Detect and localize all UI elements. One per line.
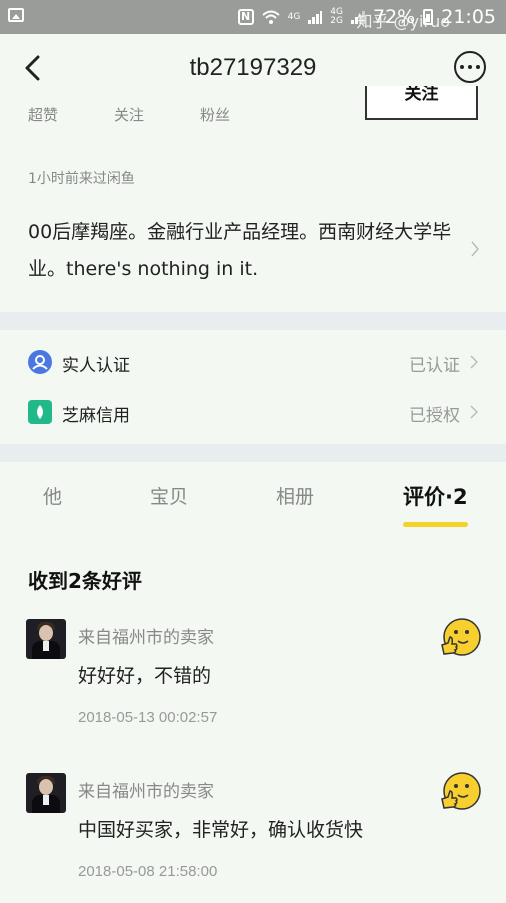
review-text: 好好好，不错的 <box>78 665 212 687</box>
review-text: 中国好买家，非常好，确认收货快 <box>78 819 364 841</box>
image-notification-icon <box>8 8 24 22</box>
follow-button[interactable]: 关注 <box>365 86 478 120</box>
avatar[interactable] <box>26 773 66 813</box>
active-tab-indicator <box>403 522 468 527</box>
battery-percent: 72% <box>373 6 416 28</box>
review-source: 来自福州市的卖家 <box>78 628 214 648</box>
section-divider <box>0 444 506 462</box>
review-item: 来自福州市的卖家 中国好买家，非常好，确认收货快 2018-05-08 21:5… <box>0 772 506 903</box>
more-options-icon[interactable] <box>454 51 486 83</box>
avatar[interactable] <box>26 619 66 659</box>
chevron-right-icon <box>471 241 479 257</box>
last-visit-text: 1小时前来过闲鱼 <box>28 171 135 187</box>
verify-status: 已授权 <box>409 406 460 426</box>
review-date: 2018-05-13 00:02:57 <box>78 709 218 726</box>
page-title: tb27197329 <box>189 54 317 81</box>
thumbs-up-emoji-icon <box>441 618 481 656</box>
review-date: 2018-05-08 21:58:00 <box>78 863 218 880</box>
review-source: 来自福州市的卖家 <box>78 782 214 802</box>
section-divider <box>0 312 506 330</box>
stat-followers[interactable]: 粉丝 <box>200 104 230 125</box>
verify-status: 已认证 <box>409 356 460 376</box>
wifi-icon <box>261 10 280 24</box>
signal-icon-2 <box>351 10 365 24</box>
stat-likes[interactable]: 超赞 <box>28 104 58 125</box>
tab-reviews[interactable]: 评价·2 <box>403 481 468 511</box>
chevron-right-icon <box>470 405 478 419</box>
user-verified-icon <box>28 350 52 374</box>
profile-bio[interactable]: 00后摩羯座。金融行业产品经理。西南财经大学毕业。there's nothing… <box>28 214 458 288</box>
nfc-icon: N <box>237 9 254 25</box>
sesame-credit-icon <box>28 400 52 424</box>
reviews-heading: 收到2条好评 <box>28 569 142 593</box>
verify-row-sesame-credit[interactable]: 芝麻信用 已授权 <box>0 387 506 437</box>
tab-album[interactable]: 相册 <box>276 482 314 509</box>
verify-row-real-name[interactable]: 实人认证 已认证 <box>0 337 506 387</box>
status-bar: 知乎 @yiruo N 4G 4G 2G 72% 21:05 <box>0 0 506 34</box>
verify-label: 芝麻信用 <box>62 406 130 426</box>
signal-icon-1 <box>308 10 323 24</box>
battery-icon <box>423 9 434 25</box>
clock: 21:05 <box>441 6 496 28</box>
tab-items[interactable]: 宝贝 <box>150 482 188 509</box>
profile-tabs: 他 宝贝 相册 评价·2 <box>0 470 506 530</box>
tab-him[interactable]: 他 <box>43 482 62 509</box>
network-type-1: 4G <box>287 11 301 22</box>
verify-label: 实人认证 <box>62 356 130 376</box>
profile-stats: 超赞 关注 粉丝 <box>28 104 286 125</box>
review-item: 来自福州市的卖家 好好好，不错的 2018-05-13 00:02:57 <box>0 618 506 749</box>
stat-following[interactable]: 关注 <box>114 104 144 125</box>
chevron-right-icon <box>470 355 478 369</box>
thumbs-up-emoji-icon <box>441 772 481 810</box>
network-type-3: 2G <box>330 16 343 26</box>
